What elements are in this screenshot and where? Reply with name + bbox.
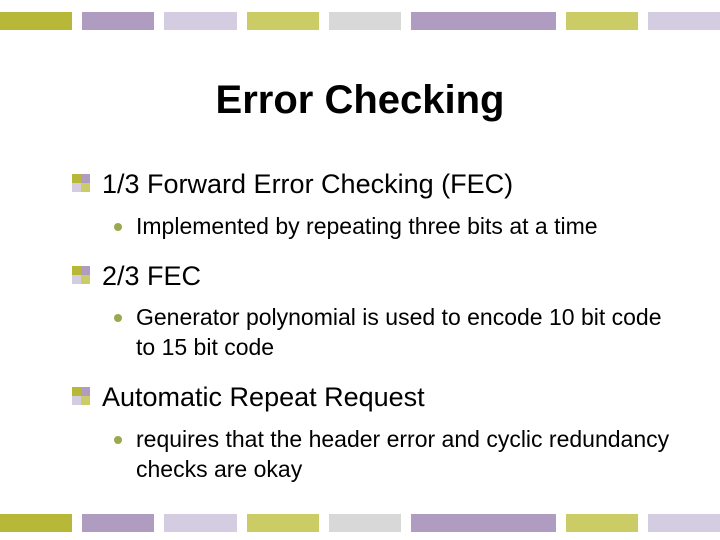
slide-title: Error Checking bbox=[0, 78, 720, 123]
bottom-border-strip bbox=[0, 514, 720, 532]
square-bullet-icon bbox=[72, 174, 90, 192]
bullet-level2: requires that the header error and cycli… bbox=[114, 425, 680, 485]
bullet-level2: Implemented by repeating three bits at a… bbox=[114, 212, 680, 242]
sub-bullet-text: Implemented by repeating three bits at a… bbox=[136, 212, 598, 242]
dot-bullet-icon bbox=[114, 314, 122, 322]
bullet-level1: 2/3 FEC bbox=[72, 260, 680, 294]
dot-bullet-icon bbox=[114, 223, 122, 231]
square-bullet-icon bbox=[72, 266, 90, 284]
slide-content: 1/3 Forward Error Checking (FEC) Impleme… bbox=[72, 168, 680, 503]
bullet-level1: 1/3 Forward Error Checking (FEC) bbox=[72, 168, 680, 202]
bullet-level1: Automatic Repeat Request bbox=[72, 381, 680, 415]
sub-bullet-text: requires that the header error and cycli… bbox=[136, 425, 676, 485]
dot-bullet-icon bbox=[114, 436, 122, 444]
bullet-text: 2/3 FEC bbox=[102, 260, 201, 294]
top-border-strip bbox=[0, 12, 720, 30]
bullet-text: 1/3 Forward Error Checking (FEC) bbox=[102, 168, 513, 202]
square-bullet-icon bbox=[72, 387, 90, 405]
bullet-level2: Generator polynomial is used to encode 1… bbox=[114, 303, 680, 363]
bullet-text: Automatic Repeat Request bbox=[102, 381, 425, 415]
sub-bullet-text: Generator polynomial is used to encode 1… bbox=[136, 303, 676, 363]
